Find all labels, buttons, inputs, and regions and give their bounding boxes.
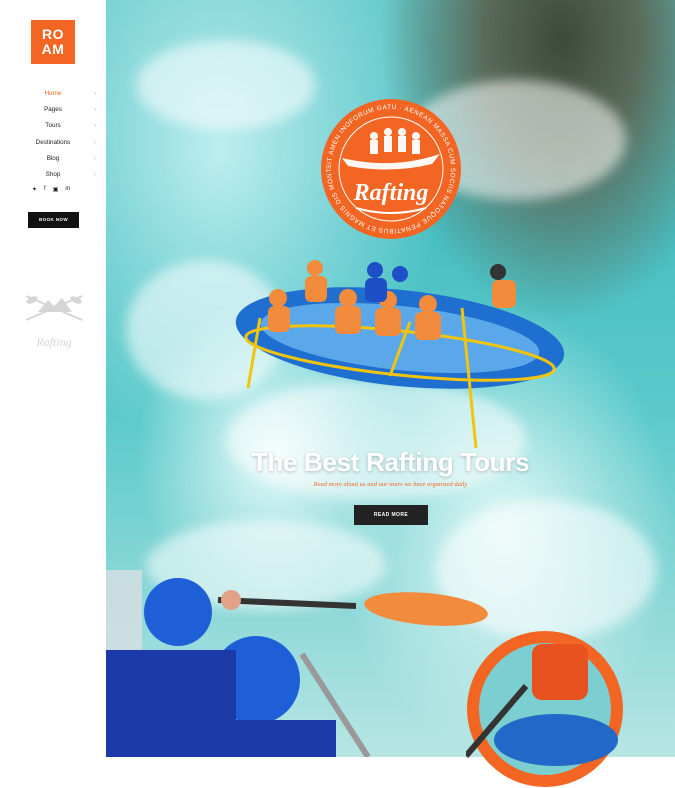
linkedin-icon[interactable]: in — [65, 186, 70, 193]
twitter-icon[interactable]: ✦ — [32, 186, 37, 193]
rafting-thumbnail — [466, 631, 623, 787]
nav-item-blog[interactable]: Blog › — [0, 151, 106, 167]
nav-item-shop[interactable]: Shop › — [0, 167, 106, 183]
nav-item-tours[interactable]: Tours › — [0, 118, 106, 134]
main-nav: Home › Pages › Tours › Destinations › Blog › … — [0, 86, 106, 183]
read-more-button[interactable]: READ MORE — [354, 505, 428, 525]
instagram-icon[interactable]: ▣ — [53, 186, 59, 193]
hero-subtitle[interactable]: Read more about us and our tours we have… — [106, 481, 675, 488]
rafting-watermark-icon: Rafting — [25, 295, 83, 349]
chevron-right-icon: › — [94, 123, 96, 130]
chevron-right-icon: › — [94, 139, 96, 146]
chevron-right-icon: › — [94, 155, 96, 162]
nav-item-destinations[interactable]: Destinations › — [0, 135, 106, 151]
facebook-icon[interactable]: f — [44, 186, 46, 193]
watermark-text: Rafting — [35, 335, 71, 349]
social-links: ✦ f ▣ in — [32, 186, 70, 193]
nav-item-pages[interactable]: Pages › — [0, 102, 106, 118]
logo-line2: AM — [41, 41, 65, 57]
badge-title: Rafting — [353, 180, 429, 206]
book-now-button[interactable]: BOOK NOW — [28, 212, 79, 228]
chevron-right-icon: › — [94, 107, 96, 114]
logo[interactable]: RO AM — [31, 20, 75, 64]
rafters-foreground — [106, 570, 488, 757]
sidebar: RO AM Home › Pages › Tours › Destinations › … — [0, 0, 107, 757]
nav-item-home[interactable]: Home › — [0, 86, 106, 102]
raft-illustration — [235, 260, 565, 449]
rafting-badge: SIT AMEN INOFORUM GATU · AENEAN MASSA CU… — [312, 98, 461, 239]
hero-headline: The Best Rafting Tours — [251, 447, 530, 477]
chevron-right-icon: › — [94, 171, 96, 178]
logo-line1: RO — [42, 26, 64, 42]
chevron-right-icon: › — [94, 91, 96, 97]
